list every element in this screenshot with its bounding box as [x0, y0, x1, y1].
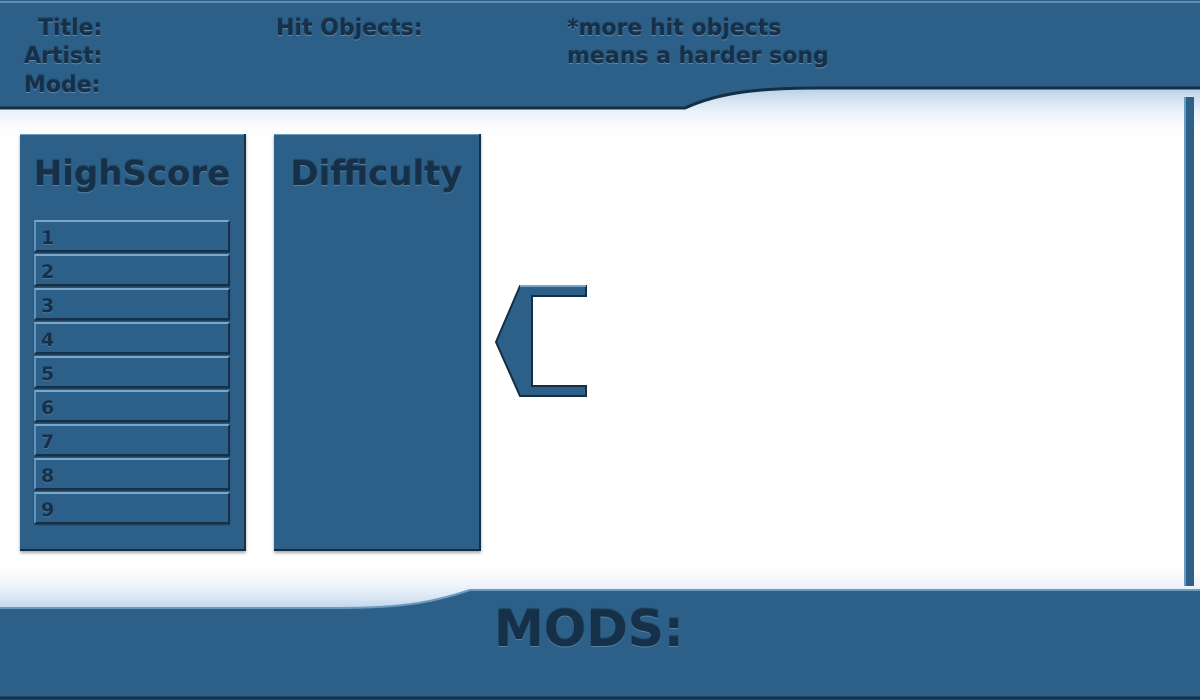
highscore-row-1[interactable]: 1 — [34, 220, 230, 252]
rank-number: 2 — [41, 261, 55, 283]
highscore-row-2[interactable]: 2 — [34, 254, 230, 286]
rank-number: 7 — [41, 431, 55, 453]
highscore-row-9[interactable]: 9 — [34, 492, 230, 524]
highscore-list: 1 2 3 4 5 6 7 8 9 — [34, 220, 230, 526]
highscore-row-4[interactable]: 4 — [34, 322, 230, 354]
back-arrow-icon[interactable] — [494, 285, 587, 397]
rank-number: 5 — [41, 363, 55, 385]
highscore-title: HighScore — [33, 154, 231, 194]
mode-label: Mode: — [24, 73, 101, 98]
highscore-panel: HighScore 1 2 3 4 5 6 7 8 9 — [20, 134, 246, 551]
song-select-screen: Title: Artist: Mode: Hit Objects: *more … — [0, 0, 1200, 700]
rank-number: 3 — [41, 295, 55, 317]
hint-text-line-1: *more hit objects — [567, 16, 782, 41]
difficulty-panel[interactable]: Difficulty — [274, 134, 481, 551]
hit-objects-label: Hit Objects: — [276, 16, 423, 41]
hint-text-line-2: means a harder song — [567, 44, 829, 69]
difficulty-title: Difficulty — [290, 154, 463, 194]
rank-number: 1 — [41, 227, 55, 249]
rank-number: 4 — [41, 329, 55, 351]
highscore-row-3[interactable]: 3 — [34, 288, 230, 320]
rank-number: 9 — [41, 499, 55, 521]
highscore-row-8[interactable]: 8 — [34, 458, 230, 490]
highscore-row-6[interactable]: 6 — [34, 390, 230, 422]
highscore-row-5[interactable]: 5 — [34, 356, 230, 388]
highscore-row-7[interactable]: 7 — [34, 424, 230, 456]
rank-number: 6 — [41, 397, 55, 419]
rank-number: 8 — [41, 465, 55, 487]
artist-label: Artist: — [24, 44, 103, 69]
mods-label[interactable]: MODS: — [494, 600, 684, 658]
title-label: Title: — [38, 16, 103, 41]
